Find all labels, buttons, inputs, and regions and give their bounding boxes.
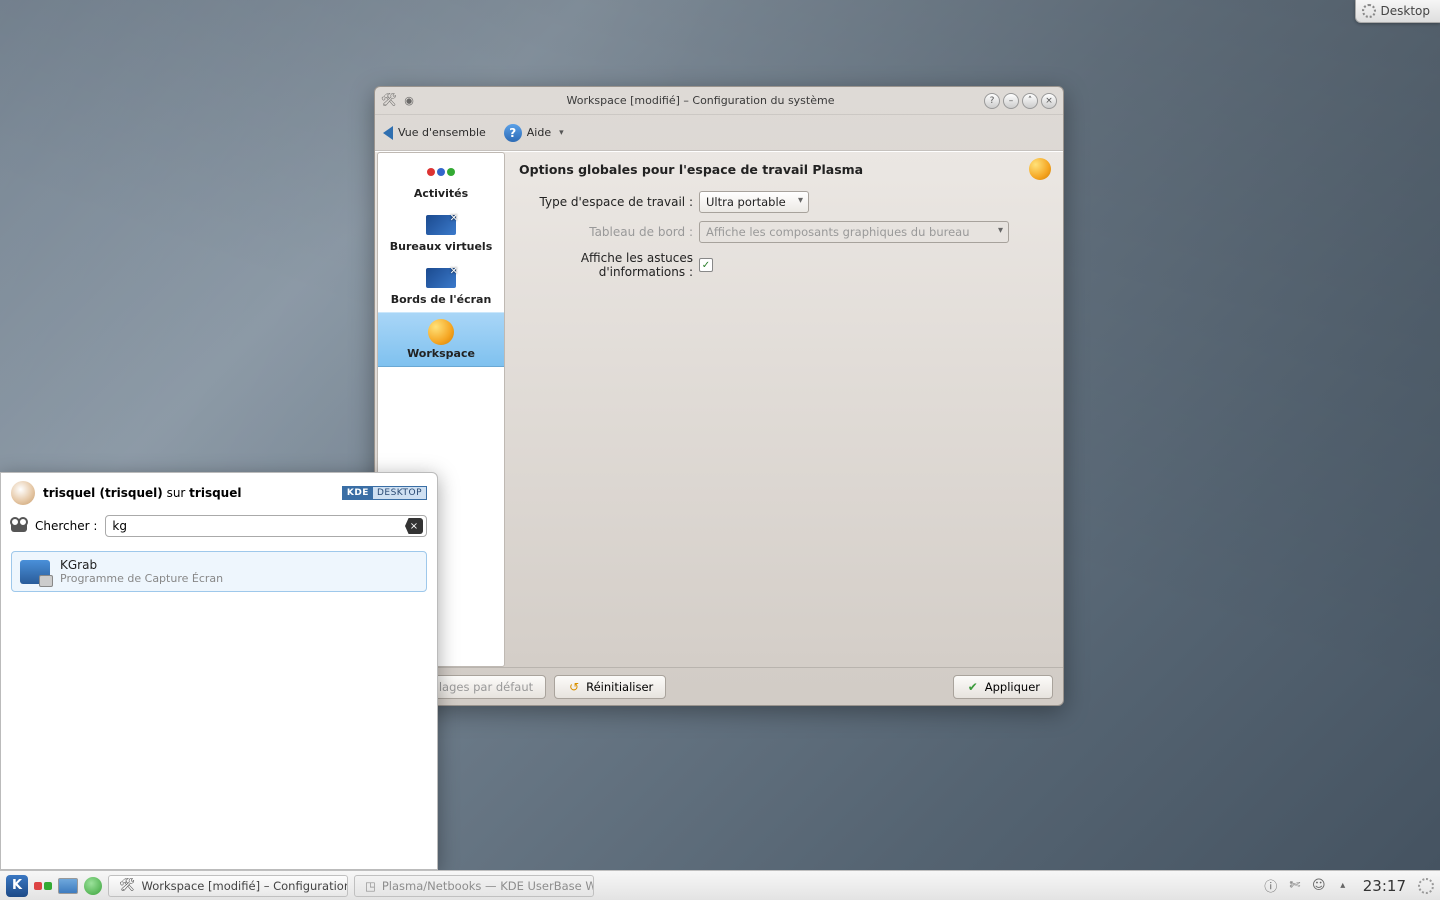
sidebar-item-screen-edges[interactable]: Bords de l'écran [378, 259, 504, 312]
pager[interactable] [34, 882, 52, 890]
close-button[interactable]: × [1041, 93, 1057, 109]
krunner-button[interactable] [84, 877, 102, 895]
user-label: trisquel (trisquel) sur trisquel [43, 486, 241, 500]
app-icon: 🛠 [381, 93, 397, 109]
task-browser[interactable]: ◳ Plasma/Netbooks — KDE UserBase Wiki [354, 875, 594, 897]
activities-icon [425, 161, 457, 183]
reset-label: Réinitialiser [586, 680, 653, 694]
virtual-desktops-icon [425, 214, 457, 236]
module-icon [1029, 158, 1051, 180]
tooltip-checkbox[interactable]: ✓ [699, 258, 713, 272]
sidebar-item-label: Bureaux virtuels [390, 240, 493, 253]
result-name: KGrab [60, 558, 223, 572]
klipper-tray-icon[interactable]: ✄ [1287, 878, 1303, 894]
tray-expand-icon[interactable]: ▴ [1335, 878, 1351, 894]
system-tray: ⓘ ✄ ☺ ▴ [1263, 878, 1351, 894]
user-avatar-icon [11, 481, 35, 505]
settings-content: Options globales pour l'espace de travai… [505, 152, 1063, 667]
titlebar[interactable]: 🛠 ◉ Workspace [modifié] – Configuration … [375, 87, 1063, 115]
search-input[interactable]: kg × [105, 515, 427, 537]
content-heading: Options globales pour l'espace de travai… [519, 162, 1047, 177]
workspace-type-value: Ultra portable [706, 195, 786, 209]
workspace-type-label: Type d'espace de travail : [519, 195, 699, 209]
help-icon: ? [504, 124, 522, 142]
result-desc: Programme de Capture Écran [60, 572, 223, 585]
task-label: Workspace [modifié] – Configuration du … [142, 879, 348, 893]
toolbar: Vue d'ensemble ? Aide ▾ [375, 115, 1063, 151]
help-label: Aide [527, 126, 551, 139]
sidebar-item-activities[interactable]: Activités [378, 153, 504, 206]
task-icon: 🛠 [119, 878, 136, 893]
search-value: kg [112, 519, 127, 533]
browser-icon: ◳ [365, 879, 376, 893]
search-label: Chercher : [35, 519, 97, 533]
overview-button[interactable]: Vue d'ensemble [383, 126, 486, 140]
sidebar-item-workspace[interactable]: Workspace [378, 312, 504, 367]
back-arrow-icon [383, 126, 393, 140]
app-launcher: trisquel (trisquel) sur trisquel KDEDESK… [0, 472, 438, 870]
panel-cashew-icon[interactable] [1418, 878, 1434, 894]
panel-clock[interactable]: 23:17 [1357, 877, 1412, 895]
desktop-cashew[interactable]: Desktop [1355, 0, 1440, 23]
info-tray-icon[interactable]: ⓘ [1263, 878, 1279, 894]
help-window-button[interactable]: ? [984, 93, 1000, 109]
apply-icon: ✔ [966, 680, 980, 694]
dashboard-combo: Affiche les composants graphiques du bur… [699, 221, 1009, 243]
reset-icon: ↺ [567, 680, 581, 694]
workspace-type-combo[interactable]: Ultra portable [699, 191, 809, 213]
system-settings-window: 🛠 ◉ Workspace [modifié] – Configuration … [374, 86, 1064, 706]
cashew-label: Desktop [1381, 4, 1431, 18]
tooltip-label: Affiche les astuces d'informations : [519, 251, 699, 279]
sidebar-item-label: Activités [414, 187, 468, 200]
window-title: Workspace [modifié] – Configuration du s… [417, 94, 984, 107]
network-tray-icon[interactable]: ☺ [1311, 878, 1327, 894]
search-result-kgrab[interactable]: KGrab Programme de Capture Écran [11, 551, 427, 592]
sidebar-item-label: Bords de l'écran [391, 293, 492, 306]
cashew-icon [1362, 4, 1376, 18]
reset-button[interactable]: ↺ Réinitialiser [554, 675, 666, 699]
clear-search-icon[interactable]: × [405, 518, 423, 534]
help-button[interactable]: ? Aide ▾ [504, 124, 564, 142]
kde-branding: KDEDESKTOP [342, 486, 427, 500]
overview-label: Vue d'ensemble [398, 126, 486, 139]
kgrab-app-icon [20, 560, 50, 584]
kmenu-button[interactable]: K [6, 875, 28, 897]
dashboard-value: Affiche les composants graphiques du bur… [706, 225, 970, 239]
taskbar-panel: K 🛠 Workspace [modifié] – Configuration … [0, 870, 1440, 900]
screen-edges-icon [425, 267, 457, 289]
chevron-down-icon: ▾ [559, 128, 564, 138]
sidebar-item-label: Workspace [407, 347, 475, 360]
task-label: Plasma/Netbooks — KDE UserBase Wiki [382, 879, 594, 893]
launcher-header: trisquel (trisquel) sur trisquel KDEDESK… [1, 473, 437, 511]
pin-icon[interactable]: ◉ [401, 93, 417, 109]
window-footer: ⎌ Réglages par défaut ↺ Réinitialiser ✔ … [375, 667, 1063, 705]
maximize-button[interactable]: ˄ [1022, 93, 1038, 109]
workspace-icon [425, 321, 457, 343]
sidebar-item-virtual-desktops[interactable]: Bureaux virtuels [378, 206, 504, 259]
minimize-button[interactable]: – [1003, 93, 1019, 109]
dashboard-label: Tableau de bord : [519, 225, 699, 239]
apply-button[interactable]: ✔ Appliquer [953, 675, 1053, 699]
launcher-search-row: Chercher : kg × [1, 511, 437, 545]
task-system-settings[interactable]: 🛠 Workspace [modifié] – Configuration du… [108, 875, 348, 897]
show-desktop-button[interactable] [58, 878, 78, 894]
apply-label: Appliquer [985, 680, 1040, 694]
search-icon [11, 520, 27, 532]
